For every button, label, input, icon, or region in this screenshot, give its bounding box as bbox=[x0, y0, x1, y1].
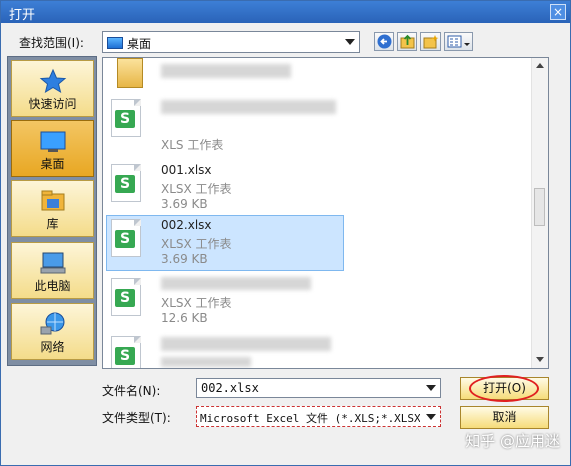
file-size: 12.6 KB bbox=[161, 311, 208, 325]
library-icon bbox=[41, 190, 65, 211]
computer-icon bbox=[40, 252, 66, 274]
place-network[interactable]: 网络 bbox=[11, 303, 94, 360]
list-item-selected[interactable]: S 002.xlsx XLSX 工作表 3.69 KB bbox=[106, 215, 344, 271]
lookin-value: 桌面 bbox=[127, 37, 152, 51]
file-type: XLS 工作表 bbox=[161, 138, 224, 152]
place-this-pc[interactable]: 此电脑 bbox=[11, 242, 94, 299]
lookin-combo[interactable]: 桌面 bbox=[102, 31, 360, 53]
lookin-label: 查找范围(I): bbox=[19, 36, 84, 50]
desktop-icon bbox=[107, 37, 123, 49]
filename-input[interactable]: 002.xlsx bbox=[196, 378, 441, 398]
file-type: XLSX 工作表 bbox=[161, 237, 232, 251]
place-label: 快速访问 bbox=[28, 97, 77, 111]
cancel-button[interactable]: 取消 bbox=[460, 406, 549, 429]
view-grid-icon bbox=[447, 35, 470, 48]
filetype-select[interactable]: Microsoft Excel 文件 (*.XLS;*.XLSX;*. bbox=[196, 406, 441, 427]
place-quick-access[interactable]: 快速访问 bbox=[11, 60, 94, 117]
open-dialog: 打开 × 查找范围(I): 桌面 快速访问 桌面 库 此电脑 网络 S XLS … bbox=[0, 0, 571, 466]
back-button[interactable] bbox=[374, 32, 394, 51]
vertical-scrollbar[interactable] bbox=[531, 58, 548, 368]
arrow-down-icon bbox=[536, 357, 544, 362]
places-bar: 快速访问 桌面 库 此电脑 网络 bbox=[7, 56, 97, 366]
chevron-down-icon[interactable] bbox=[345, 39, 355, 45]
up-folder-button[interactable] bbox=[397, 32, 417, 51]
redacted-name bbox=[161, 337, 331, 351]
spreadsheet-icon: S bbox=[111, 219, 141, 257]
new-folder-icon bbox=[423, 35, 439, 49]
place-desktop[interactable]: 桌面 bbox=[11, 120, 94, 177]
file-size: 3.69 KB bbox=[161, 252, 208, 266]
file-name: 001.xlsx bbox=[161, 163, 212, 177]
file-type: XLSX 工作表 bbox=[161, 182, 232, 196]
redacted-name bbox=[161, 277, 311, 290]
redacted-name bbox=[161, 64, 291, 78]
redacted-type bbox=[161, 357, 251, 367]
close-button[interactable]: × bbox=[550, 4, 566, 20]
spreadsheet-icon: S bbox=[111, 278, 141, 316]
title-bar: 打开 × bbox=[1, 1, 570, 23]
desktop-icon bbox=[40, 131, 66, 152]
watermark: 知乎 @应用迷 bbox=[465, 432, 560, 450]
dialog-title: 打开 bbox=[9, 8, 36, 23]
network-icon bbox=[40, 312, 65, 335]
filetype-value: Microsoft Excel 文件 (*.XLS;*.XLSX;*. bbox=[200, 412, 420, 425]
list-item[interactable]: S XLS 工作表 bbox=[107, 96, 343, 152]
arrow-up-icon bbox=[536, 63, 544, 68]
chevron-down-icon[interactable] bbox=[426, 385, 436, 391]
filetype-label: 文件类型(T): bbox=[102, 411, 171, 425]
file-name: 002.xlsx bbox=[161, 218, 212, 232]
list-item[interactable]: S XLSX 工作表 12.6 KB bbox=[107, 275, 343, 329]
chevron-down-icon[interactable] bbox=[426, 413, 436, 420]
new-folder-button[interactable] bbox=[420, 32, 441, 51]
place-label: 网络 bbox=[40, 340, 65, 354]
folder-icon bbox=[117, 58, 143, 88]
scroll-thumb[interactable] bbox=[534, 188, 545, 226]
filename-value[interactable]: 002.xlsx bbox=[201, 381, 259, 395]
scroll-up-button[interactable] bbox=[532, 58, 548, 74]
place-label: 库 bbox=[46, 217, 59, 231]
back-arrow-icon bbox=[377, 34, 392, 49]
spreadsheet-icon: S bbox=[111, 164, 141, 202]
view-menu-button[interactable] bbox=[444, 32, 473, 51]
filename-label: 文件名(N): bbox=[102, 384, 161, 398]
list-item[interactable]: S 001.xlsx XLSX 工作表 3.69 KB bbox=[107, 161, 343, 215]
list-item[interactable] bbox=[107, 58, 343, 90]
place-library[interactable]: 库 bbox=[11, 180, 94, 237]
star-icon bbox=[39, 68, 67, 94]
spreadsheet-icon: S bbox=[111, 336, 141, 368]
file-size: 3.69 KB bbox=[161, 197, 208, 211]
redacted-name bbox=[161, 100, 336, 114]
scroll-down-button[interactable] bbox=[532, 352, 548, 368]
up-folder-icon bbox=[400, 34, 415, 49]
file-type: XLSX 工作表 bbox=[161, 296, 232, 310]
file-list[interactable]: S XLS 工作表 S 001.xlsx XLSX 工作表 3.69 KB S … bbox=[102, 57, 549, 369]
highlight-ring bbox=[469, 375, 539, 402]
place-label: 此电脑 bbox=[34, 279, 71, 293]
spreadsheet-icon: S bbox=[111, 99, 141, 137]
list-item[interactable]: S bbox=[107, 333, 343, 368]
place-label: 桌面 bbox=[40, 157, 65, 171]
